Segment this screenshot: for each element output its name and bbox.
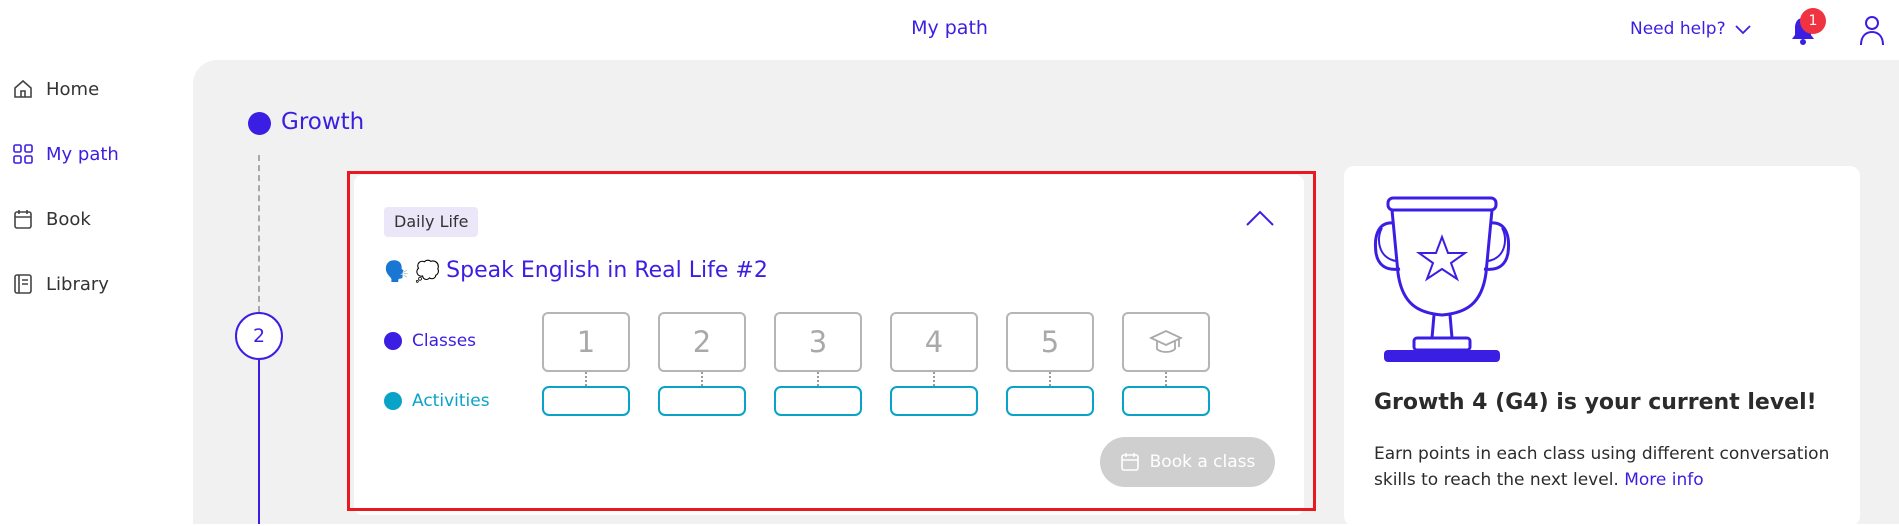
lesson-title-row: 🗣️ 💭 Speak English in Real Life #2 [384, 258, 768, 283]
graduation-cap-icon [1148, 330, 1184, 353]
activity-box-1[interactable] [542, 386, 630, 416]
class-box-4[interactable]: 4 [890, 312, 978, 372]
user-icon[interactable] [1858, 14, 1886, 46]
sidebar-item-book[interactable]: Book [12, 208, 91, 230]
home-icon [14, 79, 32, 98]
legend-classes-label: Classes [412, 331, 477, 351]
class-box-final[interactable] [1122, 312, 1210, 372]
box-connector [701, 372, 703, 386]
class-box-2[interactable]: 2 [658, 312, 746, 372]
chevron-up-icon[interactable] [1244, 207, 1276, 231]
notification-badge: 1 [1800, 8, 1826, 34]
activity-box-3[interactable] [774, 386, 862, 416]
stage-dot [248, 112, 271, 135]
activity-box-5[interactable] [1006, 386, 1094, 416]
grid-icon [13, 144, 33, 164]
legend-classes: Classes [384, 331, 476, 351]
box-connector [817, 372, 819, 386]
sidebar-item-label: Book [46, 208, 91, 230]
path-connector-solid [258, 360, 260, 524]
sidebar-item-label: My path [46, 143, 119, 165]
path-connector-dashed [258, 155, 260, 312]
level-description: Earn points in each class using differen… [1374, 441, 1844, 493]
calendar-icon [1120, 453, 1139, 471]
activity-box-2[interactable] [658, 386, 746, 416]
box-connector [585, 372, 587, 386]
step-number: 2 [235, 312, 283, 360]
legend-activities: Activities [384, 391, 490, 411]
class-box-1[interactable]: 1 [542, 312, 630, 372]
more-info-link[interactable]: More info [1624, 470, 1703, 490]
category-tag: Daily Life [384, 207, 479, 237]
sidebar-item-my-path[interactable]: My path [12, 143, 119, 165]
book-class-button[interactable]: Book a class [1100, 437, 1275, 487]
box-connector [933, 372, 935, 386]
level-description-text: Earn points in each class using differen… [1374, 444, 1830, 490]
chevron-down-icon [1734, 25, 1751, 35]
activities-dot [384, 392, 402, 410]
class-box-3[interactable]: 3 [774, 312, 862, 372]
trophy-icon [1374, 196, 1510, 362]
sidebar-item-library[interactable]: Library [12, 273, 109, 295]
level-title: Growth 4 (G4) is your current level! [1374, 390, 1817, 415]
page-title: My path [911, 17, 988, 39]
box-connector [1165, 372, 1167, 386]
speaking-emoji-icon: 🗣️ 💭 [384, 258, 441, 283]
top-bar: My path Need help? 1 [0, 0, 1899, 60]
need-help-button[interactable]: Need help? [1630, 19, 1752, 39]
sidebar-item-label: Library [46, 273, 109, 295]
calendar-icon [14, 210, 32, 229]
box-connector [1049, 372, 1051, 386]
activity-box-4[interactable] [890, 386, 978, 416]
legend-activities-label: Activities [412, 391, 490, 411]
stage-title: Growth [281, 109, 365, 135]
sidebar-item-label: Home [46, 78, 100, 100]
sidebar-item-home[interactable]: Home [12, 78, 99, 100]
book-class-label: Book a class [1149, 452, 1256, 472]
class-box-5[interactable]: 5 [1006, 312, 1094, 372]
classes-dot [384, 332, 402, 350]
activity-box-final[interactable] [1122, 386, 1210, 416]
lesson-title: Speak English in Real Life #2 [446, 258, 768, 283]
need-help-label: Need help? [1630, 19, 1726, 39]
book-icon [14, 274, 32, 294]
